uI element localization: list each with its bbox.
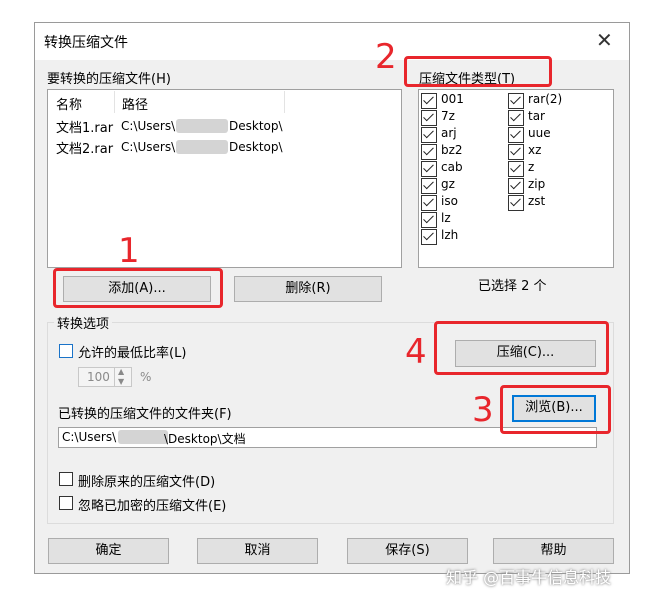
row-path-suffix: Desktop\ [229,119,283,133]
type-item[interactable]: xz [508,143,598,160]
row-name: 文档2.rar [56,142,114,157]
annotation-number-3: 3 [472,390,494,430]
delete-button[interactable]: 删除(R) [234,276,382,302]
checkbox[interactable] [508,127,524,143]
checkbox[interactable] [508,110,524,126]
delete-original-label[interactable]: 删除原来的压缩文件(D) [78,471,215,490]
checkbox[interactable] [508,161,524,177]
folder-path-suffix: \Desktop\文档 [164,432,246,446]
type-item[interactable]: gz [421,177,501,194]
save-button[interactable]: 保存(S) [347,538,468,564]
ratio-unit: % [140,370,152,384]
annotation-number-4: 4 [405,332,427,372]
type-item[interactable]: arj [421,126,501,143]
row-name: 文档1.rar [56,121,114,136]
type-item[interactable]: bz2 [421,143,501,160]
checkbox[interactable] [421,195,437,211]
ignore-encrypted-checkbox[interactable] [59,496,73,510]
column-header-name[interactable]: 名称 [56,94,82,113]
annotation-box-2 [404,56,552,87]
checkbox[interactable] [508,93,524,109]
type-item[interactable]: cab [421,160,501,177]
close-icon[interactable]: ✕ [596,29,613,51]
type-item[interactable]: zip [508,177,598,194]
types-column-2: rar(2) tar uue xz z zip zst [508,92,598,252]
type-item[interactable]: iso [421,194,501,211]
annotation-box-4 [434,321,609,375]
cancel-button[interactable]: 取消 [197,538,318,564]
checkbox[interactable] [421,144,437,160]
ignore-encrypted-label[interactable]: 忽略已加密的压缩文件(E) [78,495,226,514]
checkbox[interactable] [508,144,524,160]
redacted-username [118,430,168,444]
type-item[interactable]: lz [421,211,501,228]
output-folder-label: 已转换的压缩文件的文件夹(F) [58,407,232,422]
selected-count: 已选择 2 个 [478,279,547,294]
checkbox[interactable] [421,127,437,143]
spin-up-icon: ▲ [118,367,125,376]
annotation-box-3 [500,385,611,434]
archives-label: 要转换的压缩文件(H) [47,72,171,87]
min-ratio-checkbox[interactable] [59,344,73,358]
ok-button[interactable]: 确定 [48,538,169,564]
ratio-value: 100 [87,370,110,384]
type-item[interactable]: uue [508,126,598,143]
type-item[interactable]: tar [508,109,598,126]
checkbox[interactable] [421,110,437,126]
spin-down-icon: ▼ [118,377,125,386]
checkbox[interactable] [421,178,437,194]
checkbox[interactable] [421,229,437,245]
redacted-username [176,140,228,154]
column-divider [284,91,285,113]
type-item[interactable]: z [508,160,598,177]
annotation-number-2: 2 [375,37,397,77]
watermark: 知乎 @百事牛信息科技 [446,568,612,587]
type-item[interactable]: 001 [421,92,501,109]
checkbox[interactable] [421,161,437,177]
checkbox[interactable] [421,212,437,228]
column-divider [114,91,115,113]
options-group-label: 转换选项 [54,313,113,332]
row-path-suffix: Desktop\ [229,140,283,154]
row-path-prefix: C:\Users\ [121,119,176,133]
min-ratio-label[interactable]: 允许的最低比率(L) [78,342,186,361]
checkbox[interactable] [508,178,524,194]
types-column-1: 001 7z arj bz2 cab gz iso lz lzh [421,92,501,252]
help-button[interactable]: 帮助 [493,538,614,564]
type-item[interactable]: zst [508,194,598,211]
folder-path-prefix: C:\Users\ [62,430,117,444]
annotation-box-1 [53,268,223,308]
checkbox[interactable] [421,93,437,109]
type-item[interactable]: lzh [421,228,501,245]
checkbox[interactable] [508,195,524,211]
type-item[interactable]: rar(2) [508,92,598,109]
dialog-title: 转换压缩文件 [44,35,128,51]
delete-original-checkbox[interactable] [59,472,73,486]
type-item[interactable]: 7z [421,109,501,126]
column-header-path[interactable]: 路径 [122,94,148,113]
redacted-username [176,119,228,133]
row-path-prefix: C:\Users\ [121,140,176,154]
annotation-number-1: 1 [118,231,140,271]
